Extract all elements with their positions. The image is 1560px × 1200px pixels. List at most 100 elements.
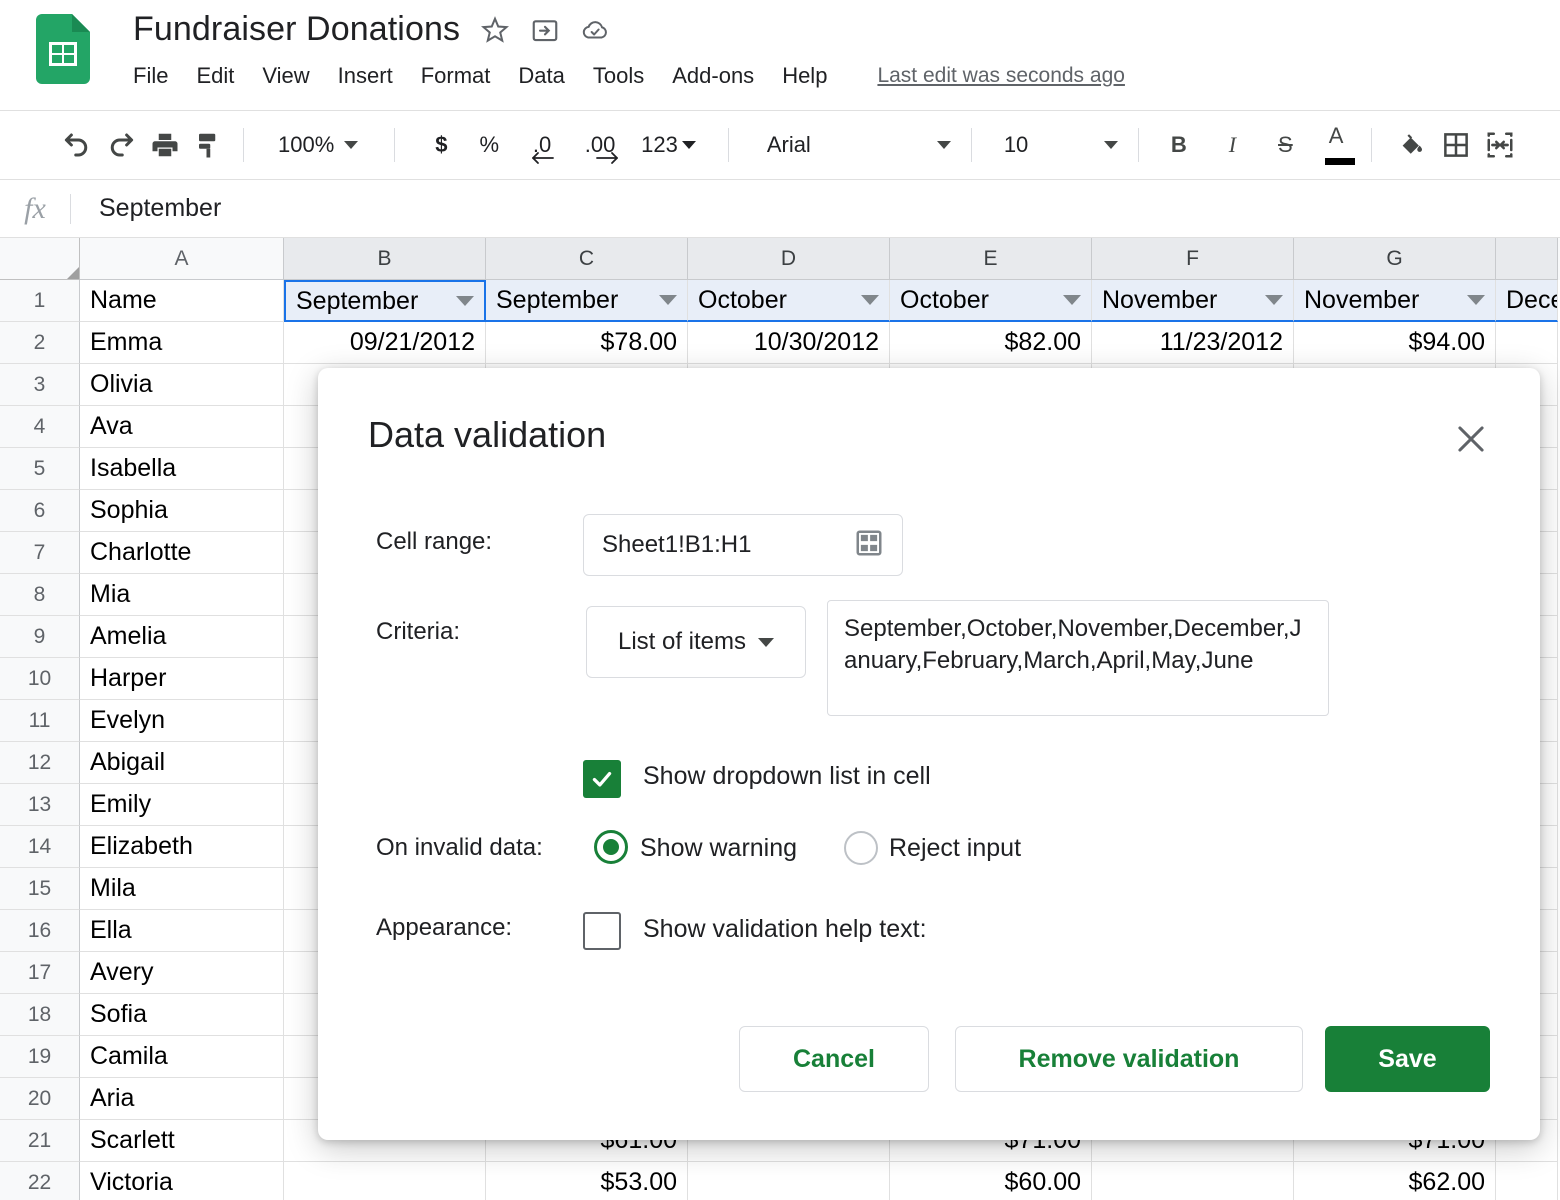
bold-button[interactable]: B	[1151, 123, 1207, 167]
font-size-dropdown[interactable]: 10	[996, 123, 1126, 167]
row-header-12[interactable]: 12	[0, 742, 80, 784]
row-header-7[interactable]: 7	[0, 532, 80, 574]
grid-picker-icon[interactable]	[854, 528, 884, 563]
print-icon[interactable]	[143, 123, 187, 167]
cell-b2[interactable]: 09/21/2012	[284, 322, 486, 364]
formula-input[interactable]: September	[99, 194, 221, 223]
cell-h22[interactable]	[1496, 1162, 1558, 1200]
cell-f2[interactable]: 11/23/2012	[1092, 322, 1294, 364]
close-icon[interactable]	[1452, 420, 1490, 458]
borders-icon[interactable]	[1434, 123, 1478, 167]
cell-a10[interactable]: Harper	[80, 658, 284, 700]
row-header-1[interactable]: 1	[0, 280, 80, 322]
cell-range-input[interactable]: Sheet1!B1:H1	[583, 514, 903, 576]
row-header-16[interactable]: 16	[0, 910, 80, 952]
criteria-type-dropdown[interactable]: List of items	[586, 606, 806, 678]
currency-format-button[interactable]: $	[419, 123, 463, 167]
menu-item-format[interactable]: Format	[407, 59, 505, 93]
cell-a12[interactable]: Abigail	[80, 742, 284, 784]
cell-a7[interactable]: Charlotte	[80, 532, 284, 574]
row-header-13[interactable]: 13	[0, 784, 80, 826]
cell-a21[interactable]: Scarlett	[80, 1120, 284, 1162]
column-header-b[interactable]: B	[284, 238, 486, 280]
chevron-down-icon[interactable]	[861, 295, 879, 305]
cell-a17[interactable]: Avery	[80, 952, 284, 994]
cell-e1[interactable]: October	[890, 280, 1092, 322]
cell-g22[interactable]: $62.00	[1294, 1162, 1496, 1200]
cell-a14[interactable]: Elizabeth	[80, 826, 284, 868]
menu-item-view[interactable]: View	[248, 59, 323, 93]
page-title[interactable]: Fundraiser Donations	[133, 2, 460, 49]
show-help-text-label[interactable]: Show validation help text:	[643, 915, 927, 944]
redo-icon[interactable]	[99, 123, 143, 167]
text-color-button[interactable]: A	[1313, 123, 1360, 167]
cell-a2[interactable]: Emma	[80, 322, 284, 364]
row-header-19[interactable]: 19	[0, 1036, 80, 1078]
row-header-14[interactable]: 14	[0, 826, 80, 868]
cell-a20[interactable]: Aria	[80, 1078, 284, 1120]
criteria-items-textarea[interactable]: September,October,November,December,Janu…	[827, 600, 1329, 716]
cell-f1[interactable]: November	[1092, 280, 1294, 322]
cell-a9[interactable]: Amelia	[80, 616, 284, 658]
cloud-saved-icon[interactable]	[580, 15, 610, 45]
cell-c1[interactable]: September	[486, 280, 688, 322]
cell-a18[interactable]: Sofia	[80, 994, 284, 1036]
cell-h2[interactable]	[1496, 322, 1558, 364]
row-header-4[interactable]: 4	[0, 406, 80, 448]
chevron-down-icon[interactable]	[1063, 295, 1081, 305]
row-header-3[interactable]: 3	[0, 364, 80, 406]
column-header-g[interactable]: G	[1294, 238, 1496, 280]
row-header-20[interactable]: 20	[0, 1078, 80, 1120]
column-header-a[interactable]: A	[80, 238, 284, 280]
row-header-9[interactable]: 9	[0, 616, 80, 658]
cell-d22[interactable]	[688, 1162, 890, 1200]
star-icon[interactable]	[480, 15, 510, 45]
row-header-21[interactable]: 21	[0, 1120, 80, 1162]
menu-item-insert[interactable]: Insert	[324, 59, 407, 93]
show-dropdown-label[interactable]: Show dropdown list in cell	[643, 762, 931, 791]
cell-h1[interactable]: Dece	[1496, 280, 1558, 322]
font-family-dropdown[interactable]: Arial	[759, 123, 959, 167]
chevron-down-icon[interactable]	[456, 296, 474, 306]
cell-a5[interactable]: Isabella	[80, 448, 284, 490]
google-sheets-icon[interactable]	[36, 14, 90, 84]
cell-b22[interactable]	[284, 1162, 486, 1200]
cancel-button[interactable]: Cancel	[739, 1026, 929, 1092]
cell-a13[interactable]: Emily	[80, 784, 284, 826]
strikethrough-button[interactable]: S	[1258, 123, 1313, 167]
undo-icon[interactable]	[55, 123, 99, 167]
cell-c22[interactable]: $53.00	[486, 1162, 688, 1200]
column-header-f[interactable]: F	[1092, 238, 1294, 280]
cell-a16[interactable]: Ella	[80, 910, 284, 952]
row-header-6[interactable]: 6	[0, 490, 80, 532]
move-to-folder-icon[interactable]	[530, 15, 560, 45]
merge-cells-icon[interactable]	[1478, 123, 1522, 167]
cell-g2[interactable]: $94.00	[1294, 322, 1496, 364]
cell-d1[interactable]: October	[688, 280, 890, 322]
column-header-e[interactable]: E	[890, 238, 1092, 280]
show-warning-radio[interactable]	[594, 830, 628, 864]
row-header-10[interactable]: 10	[0, 658, 80, 700]
fill-color-icon[interactable]	[1390, 123, 1434, 167]
increase-decimal-button[interactable]: .00	[569, 123, 631, 167]
decrease-decimal-button[interactable]: .0	[515, 123, 569, 167]
menu-item-help[interactable]: Help	[768, 59, 841, 93]
cell-a11[interactable]: Evelyn	[80, 700, 284, 742]
paint-format-icon[interactable]	[187, 123, 231, 167]
cell-a22[interactable]: Victoria	[80, 1162, 284, 1200]
save-button[interactable]: Save	[1325, 1026, 1490, 1092]
menu-item-file[interactable]: File	[133, 59, 182, 93]
menu-item-data[interactable]: Data	[504, 59, 578, 93]
chevron-down-icon[interactable]	[659, 295, 677, 305]
last-edit-status[interactable]: Last edit was seconds ago	[877, 64, 1125, 88]
reject-input-radio[interactable]	[844, 831, 878, 865]
row-header-5[interactable]: 5	[0, 448, 80, 490]
menu-item-addons[interactable]: Add-ons	[658, 59, 768, 93]
select-all-corner[interactable]	[0, 238, 80, 280]
reject-input-label[interactable]: Reject input	[889, 834, 1021, 863]
row-header-15[interactable]: 15	[0, 868, 80, 910]
row-header-11[interactable]: 11	[0, 700, 80, 742]
remove-validation-button[interactable]: Remove validation	[955, 1026, 1303, 1092]
cell-a6[interactable]: Sophia	[80, 490, 284, 532]
cell-a8[interactable]: Mia	[80, 574, 284, 616]
